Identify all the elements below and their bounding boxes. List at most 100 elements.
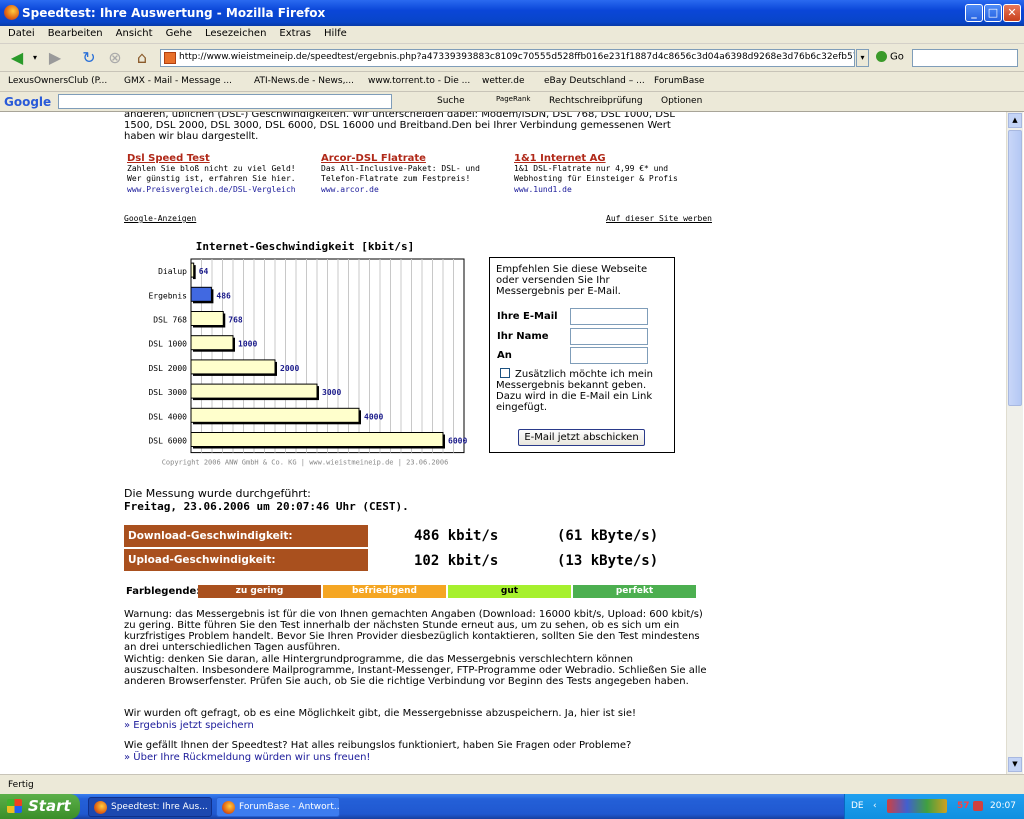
ad-2-text: Das All-Inclusive-Paket: DSL- und Telefo… xyxy=(321,164,480,183)
chart-title: Internet-Geschwindigkeit [kbit/s] xyxy=(196,240,415,253)
chart-bar-dsl-3000 xyxy=(190,383,318,399)
tray-icons[interactable] xyxy=(887,799,947,813)
tray-collapse-icon[interactable]: ‹ xyxy=(873,801,877,811)
menu-extras[interactable]: Extras xyxy=(271,26,316,39)
bookmark-lexus[interactable]: LexusOwnersClub (P... xyxy=(8,76,107,86)
close-button[interactable]: ✕ xyxy=(1003,4,1021,22)
bookmark-forumbase[interactable]: ForumBase xyxy=(654,76,704,86)
chart-data-label: 4000 xyxy=(364,412,383,421)
tray-app-icon[interactable] xyxy=(973,801,983,811)
menu-lesezeichen[interactable]: Lesezeichen xyxy=(197,26,271,39)
site-favicon xyxy=(164,52,176,64)
google-search-input[interactable] xyxy=(58,94,392,109)
menu-bar: Datei Bearbeiten Ansicht Gehe Lesezeichen Ext… xyxy=(0,26,1024,44)
save-result-link[interactable]: » Ergebnis jetzt speichern xyxy=(124,720,254,731)
back-arrow-icon[interactable]: ◀ xyxy=(6,47,28,69)
ad-2[interactable]: Arcor-DSL Flatrate Das All-Inclusive-Pak… xyxy=(321,153,506,195)
download-label: Download-Geschwindigkeit: xyxy=(124,525,368,547)
go-button[interactable]: Go xyxy=(876,51,904,63)
warning-text: Warnung: das Messergebnis ist für die vo… xyxy=(124,609,703,653)
ad-3[interactable]: 1&1 Internet AG 1&1 DSL-Flatrate nur 4,9… xyxy=(514,153,699,195)
ad-2-url[interactable]: www.arcor.de xyxy=(321,184,506,195)
ad-1-text: Zahlen Sie bloß nicht zu viel Geld! Wer … xyxy=(127,164,296,183)
legend-perfekt: perfekt xyxy=(573,585,696,598)
forward-arrow-icon[interactable]: ▶ xyxy=(44,47,66,69)
task-speedtest-label: Speedtest: Ihre Aus... xyxy=(111,802,208,812)
task-forumbase[interactable]: ForumBase - Antwort... xyxy=(216,797,340,817)
feedback-link[interactable]: » Über Ihre Rückmeldung würden wir uns f… xyxy=(124,752,370,763)
bookmarks-toolbar: LexusOwnersClub (P... GMX - Mail - Messa… xyxy=(0,72,1024,92)
stop-icon[interactable]: ⊗ xyxy=(104,47,126,69)
menu-ansicht[interactable]: Ansicht xyxy=(108,26,158,39)
home-icon[interactable]: ⌂ xyxy=(131,47,153,69)
bookmark-ati-news[interactable]: ATI-News.de - News,... xyxy=(254,76,354,86)
measure-label: Die Messung wurde durchgeführt: xyxy=(124,487,311,500)
menu-bearbeiten[interactable]: Bearbeiten xyxy=(40,26,108,39)
label-email: Ihre E-Mail xyxy=(497,311,558,322)
chart-bar-dsl-4000 xyxy=(190,407,360,423)
windows-logo-icon xyxy=(7,799,22,813)
clock[interactable]: 20:07 xyxy=(990,801,1016,811)
legend-befriedigend: befriedigend xyxy=(323,585,446,598)
legend-zu-gering: zu gering xyxy=(198,585,321,598)
feedback-text: Wie gefällt Ihnen der Speedtest? Hat all… xyxy=(124,740,632,751)
menu-gehe[interactable]: Gehe xyxy=(158,26,197,39)
chart-tick-label: DSL 4000 xyxy=(148,412,187,421)
google-logo[interactable]: Google xyxy=(4,95,51,109)
options-button[interactable]: Optionen xyxy=(661,96,702,106)
window-titlebar: Speedtest: Ihre Auswertung - Mozilla Fir… xyxy=(0,0,1024,26)
spellcheck-button[interactable]: Rechtschreibprüfung xyxy=(549,96,643,106)
page-content: anderen, üblichen (DSL-) Geschwindigkeit… xyxy=(116,112,1006,774)
scroll-down-icon[interactable]: ▼ xyxy=(1008,757,1022,772)
search-input[interactable] xyxy=(912,49,1018,67)
maximize-button[interactable]: □ xyxy=(984,4,1002,22)
url-input[interactable]: http://www.wieistmeineip.de/speedtest/er… xyxy=(160,49,855,67)
back-dropdown-icon[interactable]: ▾ xyxy=(30,47,40,69)
scrollbar-thumb[interactable] xyxy=(1008,130,1022,406)
bookmark-torrent[interactable]: www.torrent.to - Die ... xyxy=(368,76,470,86)
start-button[interactable]: Start xyxy=(0,794,80,819)
ad-1[interactable]: Dsl Speed Test Zahlen Sie bloß nicht zu … xyxy=(127,153,312,195)
checkbox-label: Zusätzlich möchte ich mein Messergebnis … xyxy=(496,369,654,413)
chart-data-label: 1000 xyxy=(238,340,257,349)
vertical-scrollbar[interactable]: ▲ ▼ xyxy=(1006,112,1023,774)
bookmark-ebay[interactable]: eBay Deutschland – ... xyxy=(544,76,645,86)
language-indicator[interactable]: DE xyxy=(851,801,864,811)
firefox-icon xyxy=(94,801,107,814)
ad-2-title[interactable]: Arcor-DSL Flatrate xyxy=(321,153,506,164)
google-search-button[interactable]: Suche xyxy=(437,96,465,106)
ad-3-url[interactable]: www.1und1.de xyxy=(514,184,699,195)
url-dropdown-icon[interactable]: ▾ xyxy=(856,49,869,67)
system-tray: DE ‹ 57 20:07 xyxy=(844,794,1024,819)
bookmark-gmx[interactable]: GMX - Mail - Message ... xyxy=(124,76,232,86)
task-forumbase-label: ForumBase - Antwort... xyxy=(239,802,340,812)
ad-3-title[interactable]: 1&1 Internet AG xyxy=(514,153,699,164)
speed-chart: Internet-Geschwindigkeit [kbit/s] Dialup 6… xyxy=(124,236,486,476)
email-field[interactable] xyxy=(570,308,648,325)
menu-hilfe[interactable]: Hilfe xyxy=(316,26,352,39)
chart-tick-label: DSL 2000 xyxy=(148,364,187,373)
chart-data-label: 6000 xyxy=(448,437,467,446)
pagerank-indicator[interactable]: PageRank xyxy=(496,95,530,103)
download-kbit: 486 kbit/s xyxy=(414,528,499,544)
recipient-field[interactable] xyxy=(570,347,648,364)
send-email-button[interactable]: E-Mail jetzt abschicken xyxy=(518,429,645,446)
scroll-up-icon[interactable]: ▲ xyxy=(1008,113,1022,128)
bookmark-wetter[interactable]: wetter.de xyxy=(482,76,524,86)
advertise-link[interactable]: Auf dieser Site werben xyxy=(606,213,712,224)
status-text: Fertig xyxy=(8,780,34,790)
chart-tick-label: DSL 1000 xyxy=(148,340,187,349)
menu-datei[interactable]: Datei xyxy=(0,26,40,39)
chart-data-label: 2000 xyxy=(280,364,299,373)
reload-icon[interactable]: ↻ xyxy=(78,47,100,69)
email-box-intro: Empfehlen Sie diese Webseite oder versen… xyxy=(496,264,648,297)
name-field[interactable] xyxy=(570,328,648,345)
ad-1-title[interactable]: Dsl Speed Test xyxy=(127,153,312,164)
legend-gut: gut xyxy=(448,585,571,598)
tray-counter[interactable]: 57 xyxy=(957,801,970,811)
minimize-button[interactable]: _ xyxy=(965,4,983,22)
ad-1-url[interactable]: www.Preisvergleich.de/DSL-Vergleich xyxy=(127,184,312,195)
google-ads-link[interactable]: Google-Anzeigen xyxy=(124,213,196,224)
task-speedtest[interactable]: Speedtest: Ihre Aus... xyxy=(88,797,212,817)
speed-chart-svg: Internet-Geschwindigkeit [kbit/s] Dialup 6… xyxy=(148,240,467,467)
